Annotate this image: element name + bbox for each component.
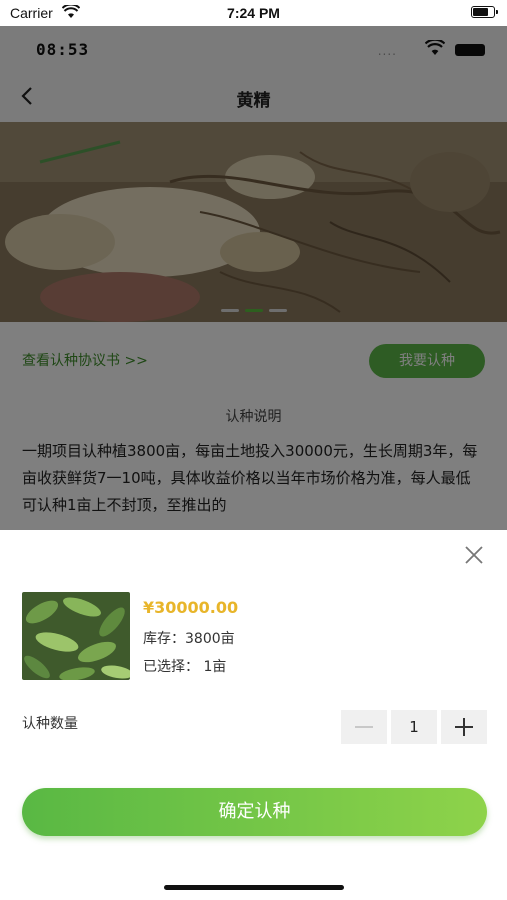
battery-icon bbox=[471, 6, 498, 18]
price-label: ¥30000.00 bbox=[143, 598, 239, 617]
clock: 7:24 PM bbox=[227, 5, 280, 21]
increment-button[interactable] bbox=[441, 710, 487, 744]
quantity-stepper: 1 bbox=[341, 710, 487, 744]
confirm-subscribe-button[interactable]: 确定认种 bbox=[22, 788, 487, 836]
simulator-status-bar: Carrier 7:24 PM bbox=[0, 0, 507, 26]
home-indicator[interactable] bbox=[164, 885, 344, 890]
subscribe-sheet: ¥30000.00 库存：3800亩 已选择： 1亩 认种数量 1 确定认种 bbox=[0, 530, 507, 900]
decrement-button[interactable] bbox=[341, 710, 387, 744]
close-icon[interactable] bbox=[463, 544, 485, 566]
minus-icon bbox=[355, 726, 373, 728]
stock-label: 库存：3800亩 bbox=[143, 631, 235, 647]
selected-label: 已选择： 1亩 bbox=[143, 659, 227, 675]
quantity-label: 认种数量 bbox=[22, 716, 78, 732]
quantity-value[interactable]: 1 bbox=[391, 710, 437, 744]
product-thumbnail bbox=[22, 592, 130, 680]
